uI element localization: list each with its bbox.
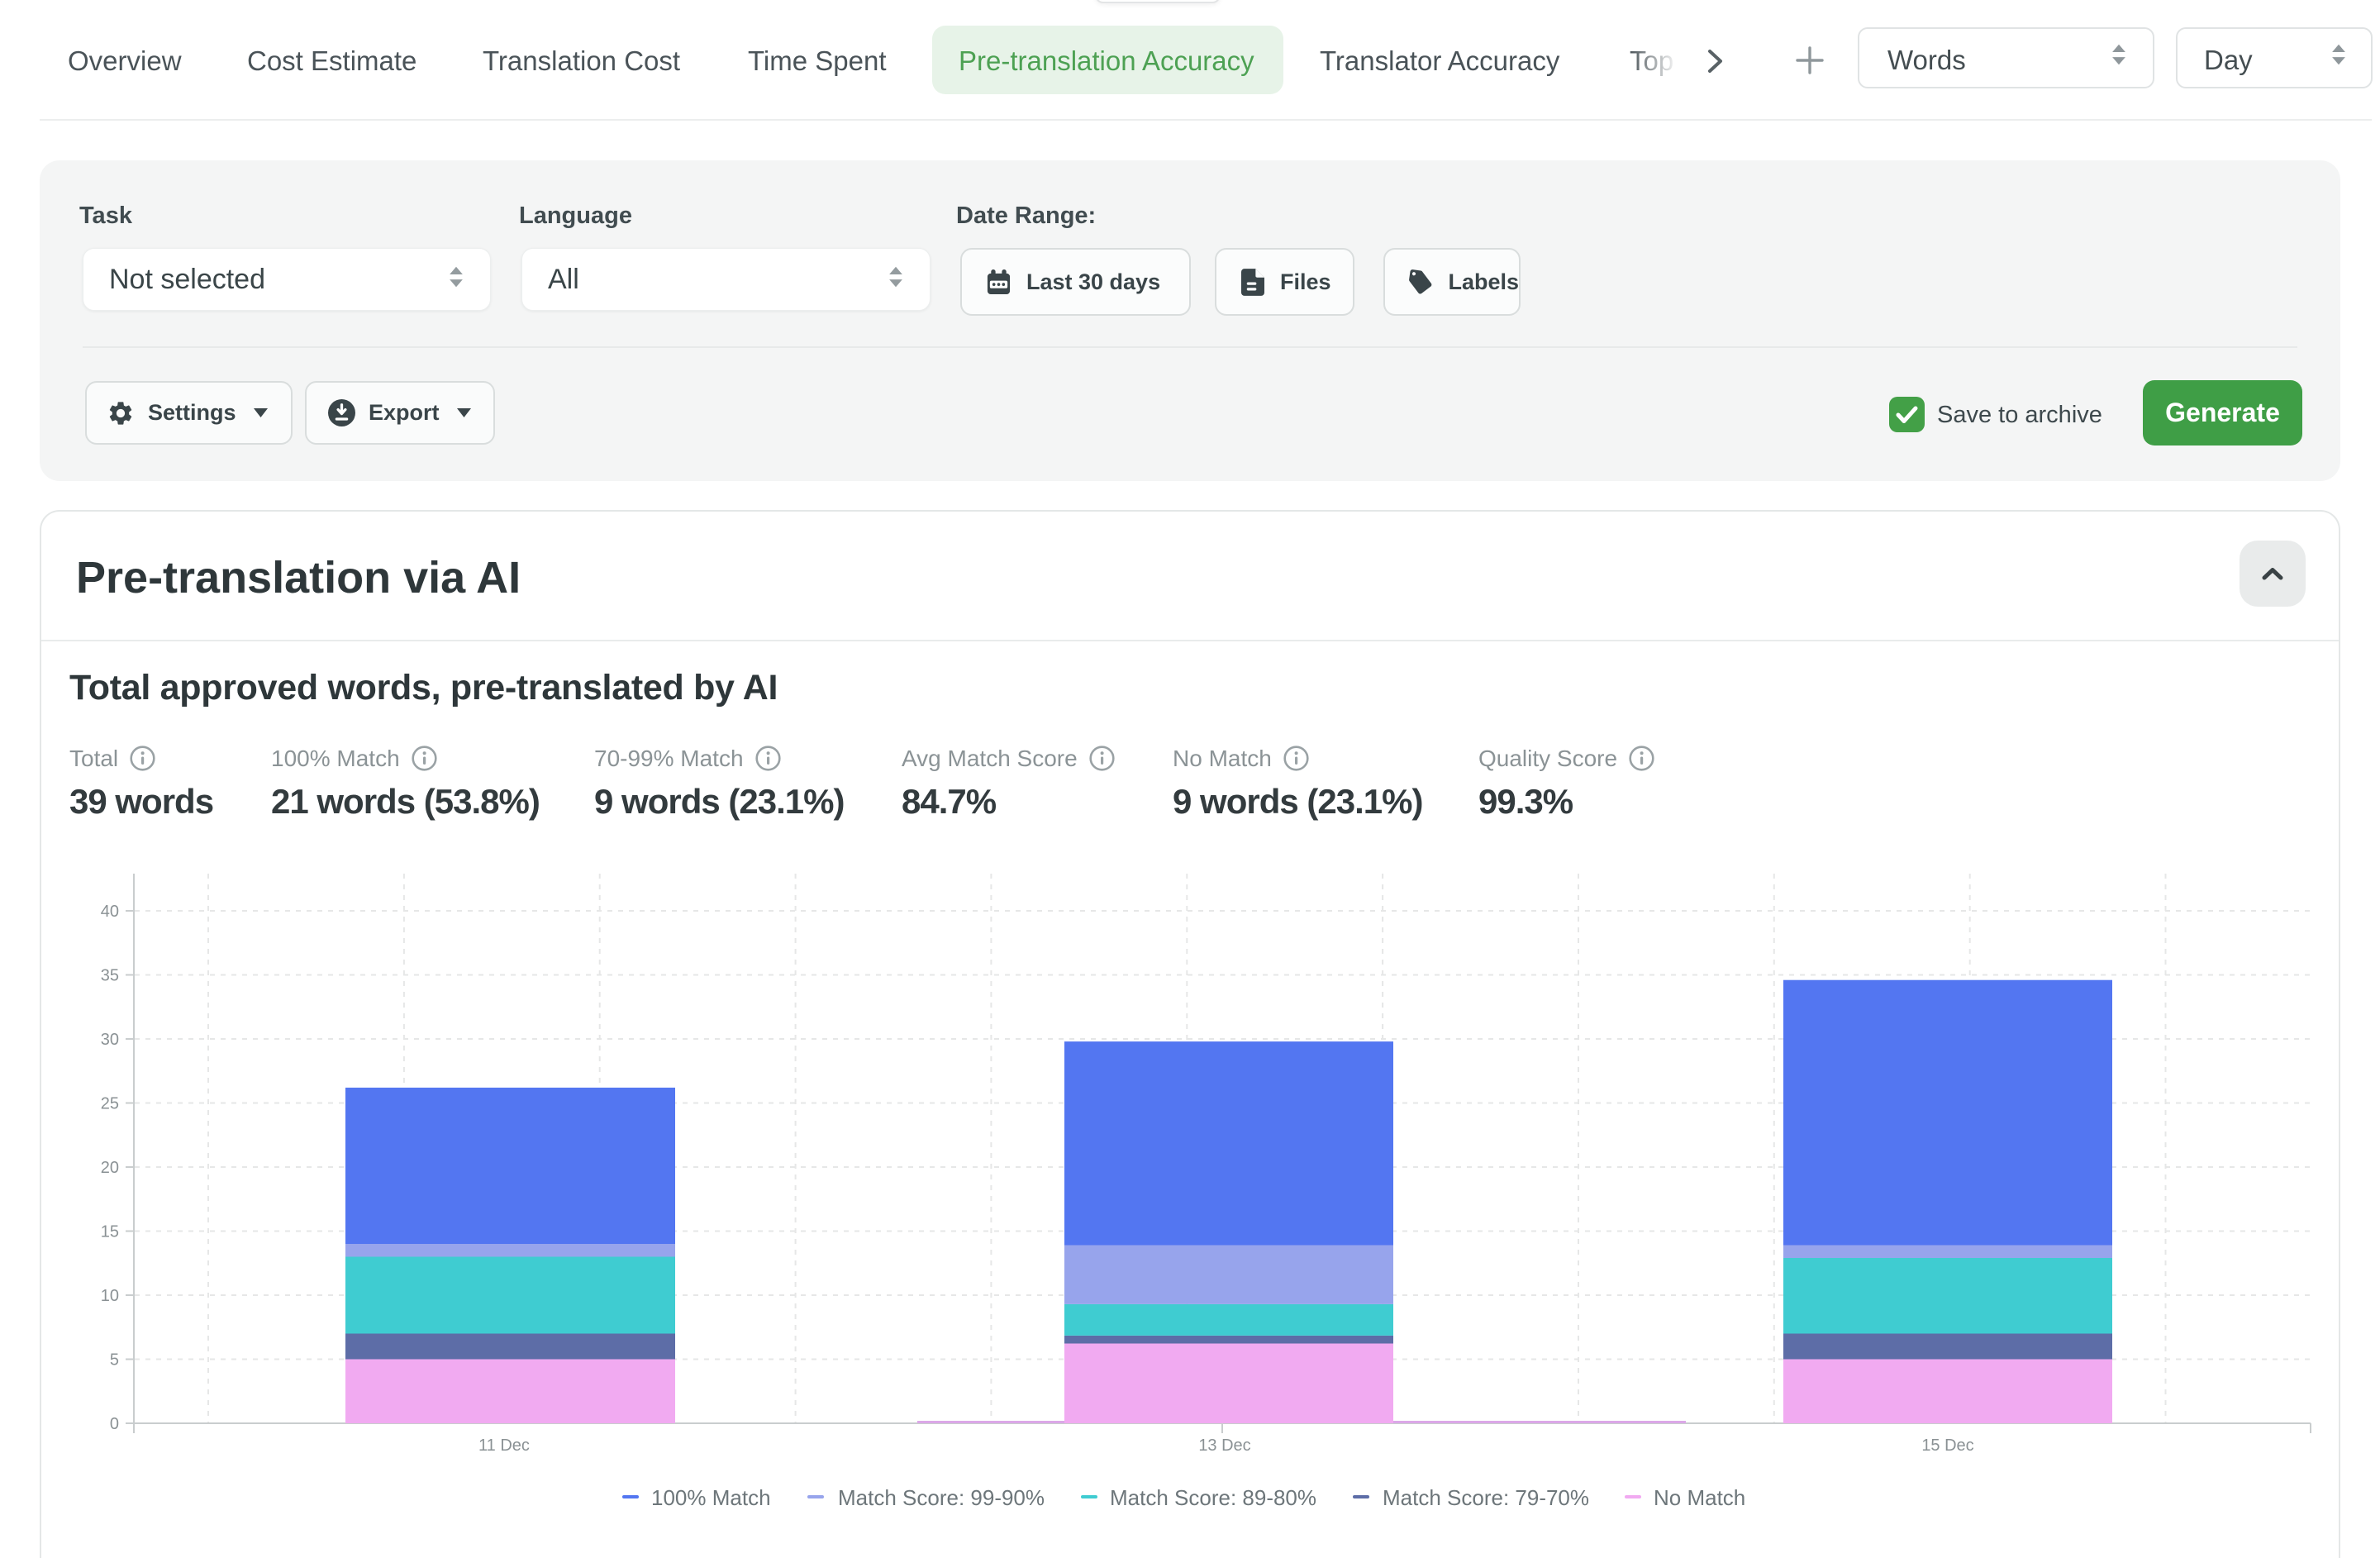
svg-text:15: 15 — [101, 1223, 119, 1241]
svg-text:No Match: No Match — [1654, 1485, 1745, 1510]
svg-text:5: 5 — [110, 1351, 119, 1370]
svg-text:11 Dec: 11 Dec — [478, 1437, 530, 1455]
svg-text:Match Score: 99-90%: Match Score: 99-90% — [838, 1485, 1045, 1510]
svg-text:0: 0 — [110, 1415, 119, 1433]
svg-text:20: 20 — [101, 1159, 119, 1177]
svg-text:10: 10 — [101, 1287, 119, 1305]
svg-text:15 Dec: 15 Dec — [1921, 1437, 1973, 1455]
svg-text:40: 40 — [101, 903, 119, 921]
svg-text:100% Match: 100% Match — [651, 1485, 771, 1510]
svg-text:25: 25 — [101, 1095, 119, 1113]
svg-text:Match Score: 89-80%: Match Score: 89-80% — [1110, 1485, 1316, 1510]
svg-text:35: 35 — [101, 967, 119, 985]
svg-text:13 Dec: 13 Dec — [1198, 1437, 1250, 1455]
svg-text:30: 30 — [101, 1031, 119, 1049]
svg-text:Match Score: 79-70%: Match Score: 79-70% — [1383, 1485, 1589, 1510]
